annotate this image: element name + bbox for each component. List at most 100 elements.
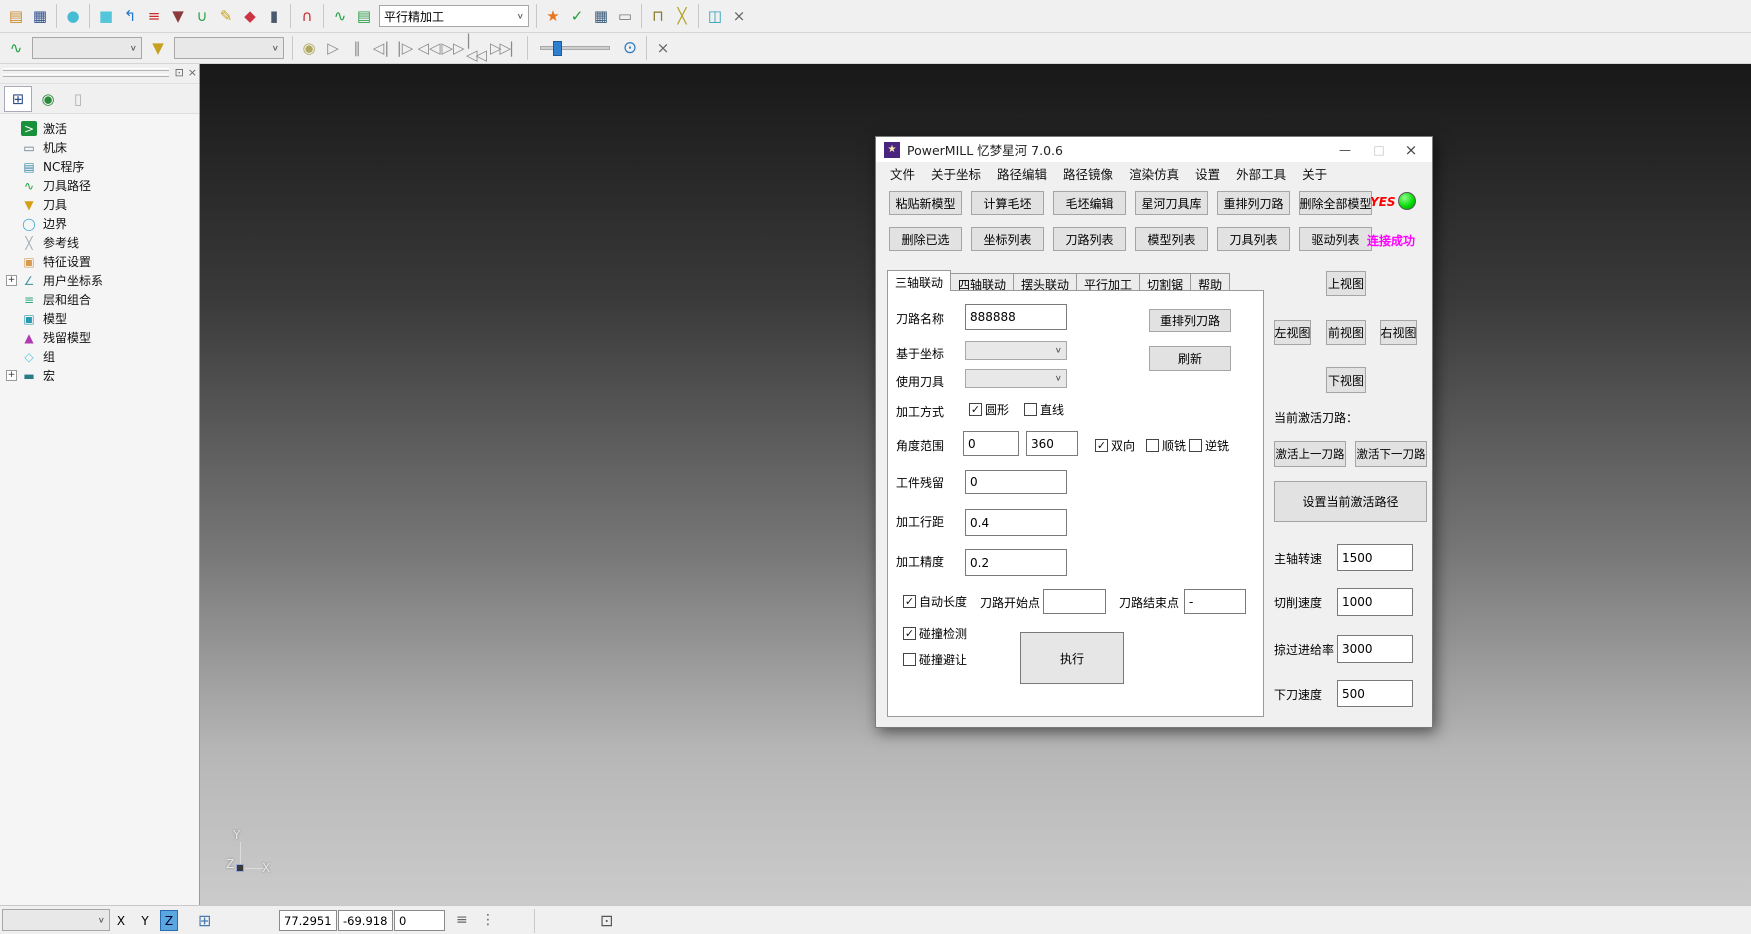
tree-item[interactable]: + ▣ 模型: [6, 309, 199, 328]
tolerance-input[interactable]: 0.2: [965, 549, 1067, 576]
collision-check-checkbox[interactable]: ✓: [903, 627, 916, 640]
tree-item[interactable]: + ▲ 残留模型: [6, 328, 199, 347]
auto-length-checkbox[interactable]: ✓: [903, 595, 916, 608]
simulation-speed-icon[interactable]: ⊙: [618, 35, 642, 61]
step-forward-button[interactable]: |▷: [393, 35, 417, 61]
menu-path-mirror[interactable]: 路径镜像: [1055, 162, 1121, 184]
grid-icon[interactable]: ⊞: [198, 909, 211, 931]
spindle-speed-input[interactable]: 1500: [1337, 544, 1413, 571]
next-toolpath-button[interactable]: 激活下一刀路: [1355, 441, 1427, 467]
skim-feed-input[interactable]: 3000: [1337, 635, 1413, 663]
pane-close-icon[interactable]: ×: [188, 66, 197, 79]
cutting-feed-input[interactable]: 1000: [1337, 588, 1413, 616]
stock-model-icon[interactable]: ◫: [703, 3, 727, 29]
line-checkbox[interactable]: [1024, 403, 1037, 416]
dialog-action-button[interactable]: 星河刀具库: [1135, 191, 1208, 215]
axis-y-button[interactable]: Y: [136, 910, 154, 931]
fast-forward-button[interactable]: ▷▷: [441, 35, 465, 61]
tree-item[interactable]: + ▣ 特征设置: [6, 252, 199, 271]
menu-external-tools[interactable]: 外部工具: [1228, 162, 1294, 184]
tab-swivel-head[interactable]: 摆头联动: [1013, 273, 1077, 291]
execute-button[interactable]: 执行: [1020, 632, 1124, 684]
tool-flame-icon[interactable]: ★: [541, 3, 565, 29]
coord-x-field[interactable]: 77.2951: [279, 910, 337, 931]
tool-ball-icon[interactable]: ▼: [166, 3, 190, 29]
circle-checkbox[interactable]: ✓: [969, 403, 982, 416]
menu-about[interactable]: 关于: [1294, 162, 1335, 184]
plunge-feed-input[interactable]: 500: [1337, 680, 1413, 707]
refresh-button[interactable]: 刷新: [1149, 346, 1231, 371]
tool-arc-icon[interactable]: ∩: [295, 3, 319, 29]
climb-option[interactable]: 顺铣: [1146, 437, 1186, 454]
lightbulb-icon[interactable]: ◉: [297, 35, 321, 61]
reorder-toolpath-button[interactable]: 重排列刀路: [1149, 309, 1231, 332]
menu-path-edit[interactable]: 路径编辑: [989, 162, 1055, 184]
bidirectional-checkbox[interactable]: ✓: [1095, 439, 1108, 452]
globe-icon[interactable]: ◉: [34, 86, 62, 112]
trash-icon[interactable]: ▯: [64, 86, 92, 112]
tree-item[interactable]: + ▬ 宏: [6, 366, 199, 385]
dialog-list-button[interactable]: 删除已选: [889, 227, 962, 251]
view-dropdown[interactable]: ∨: [2, 909, 110, 931]
tab-parallel[interactable]: 平行加工: [1076, 273, 1140, 291]
rewind-button[interactable]: ◁◁: [417, 35, 441, 61]
window-toggle-icon[interactable]: ⊡: [600, 909, 613, 931]
toolpath-coil-icon[interactable]: ∿: [328, 3, 352, 29]
go-to-end-button[interactable]: ▷▷|: [489, 35, 513, 61]
coord-y-field[interactable]: -69.918: [338, 910, 393, 931]
collision-check-option[interactable]: ✓ 碰撞检测: [903, 625, 967, 642]
tab-3axis[interactable]: 三轴联动: [887, 270, 951, 291]
maximize-button[interactable]: □: [1362, 137, 1396, 162]
tool-check-icon[interactable]: ✓: [565, 3, 589, 29]
climb-checkbox[interactable]: [1146, 439, 1159, 452]
toolpath-jump-icon[interactable]: ↰: [118, 3, 142, 29]
pane-grip[interactable]: [3, 68, 169, 71]
open-file-icon[interactable]: ▤: [4, 3, 28, 29]
auto-length-option[interactable]: ✓ 自动长度: [903, 593, 967, 610]
angle-to-input[interactable]: 360: [1026, 431, 1078, 456]
view-left-button[interactable]: 左视图: [1274, 320, 1311, 345]
tool-dropdown[interactable]: ∨: [174, 37, 284, 59]
tab-saw[interactable]: 切割锯: [1139, 273, 1191, 291]
toolpath-name-input[interactable]: 888888: [965, 304, 1067, 330]
pane-grip[interactable]: [3, 74, 169, 77]
boundary-icon[interactable]: ∪: [190, 3, 214, 29]
dialog-list-button[interactable]: 刀路列表: [1053, 227, 1126, 251]
tools-icon[interactable]: ▼: [146, 35, 170, 61]
axis-z-button[interactable]: Z: [160, 910, 178, 931]
tree-item[interactable]: + ▤ NC程序: [6, 157, 199, 176]
view-front-button[interactable]: 前视图: [1326, 320, 1366, 345]
speed-slider-thumb[interactable]: [553, 41, 562, 56]
angle-from-input[interactable]: 0: [963, 431, 1019, 456]
tree-item[interactable]: + ◯ 边界: [6, 214, 199, 233]
axis-x-button[interactable]: X: [112, 910, 130, 931]
mode-circle-option[interactable]: ✓ 圆形: [969, 401, 1009, 418]
toolpath-coil-icon[interactable]: ∿: [4, 35, 28, 61]
pattern-pencil-icon[interactable]: ✎: [214, 3, 238, 29]
pick-options-icon[interactable]: ⋮: [481, 909, 495, 931]
dialog-action-button[interactable]: 重排列刀路: [1217, 191, 1290, 215]
calculator-icon[interactable]: ▦: [589, 3, 613, 29]
points-icon[interactable]: ◆: [238, 3, 262, 29]
shaded-view-icon[interactable]: ●: [61, 3, 85, 29]
menu-render-sim[interactable]: 渲染仿真: [1121, 162, 1187, 184]
close-button[interactable]: ×: [1394, 137, 1428, 162]
dialog-list-button[interactable]: 坐标列表: [971, 227, 1044, 251]
view-bottom-button[interactable]: 下视图: [1326, 367, 1366, 393]
tree-item[interactable]: + ▼ 刀具: [6, 195, 199, 214]
stepover-input[interactable]: 0.4: [965, 509, 1067, 536]
tree-item[interactable]: + ◇ 组: [6, 347, 199, 366]
play-button[interactable]: ▷: [321, 35, 345, 61]
end-point-input[interactable]: -: [1184, 589, 1246, 614]
dialog-action-button[interactable]: 删除全部模型: [1299, 191, 1372, 215]
pane-float-icon[interactable]: ⊡: [175, 66, 184, 79]
menu-about-coords[interactable]: 关于坐标: [923, 162, 989, 184]
block-icon[interactable]: ■: [94, 3, 118, 29]
menu-settings[interactable]: 设置: [1187, 162, 1228, 184]
tree-item[interactable]: + ≡ 层和组合: [6, 290, 199, 309]
speed-slider[interactable]: [540, 46, 610, 50]
set-active-path-button[interactable]: 设置当前激活路径: [1274, 481, 1427, 522]
pause-button[interactable]: ∥: [345, 35, 369, 61]
tool-holder-icon[interactable]: ▮: [262, 3, 286, 29]
ruler-icon[interactable]: ▭: [613, 3, 637, 29]
